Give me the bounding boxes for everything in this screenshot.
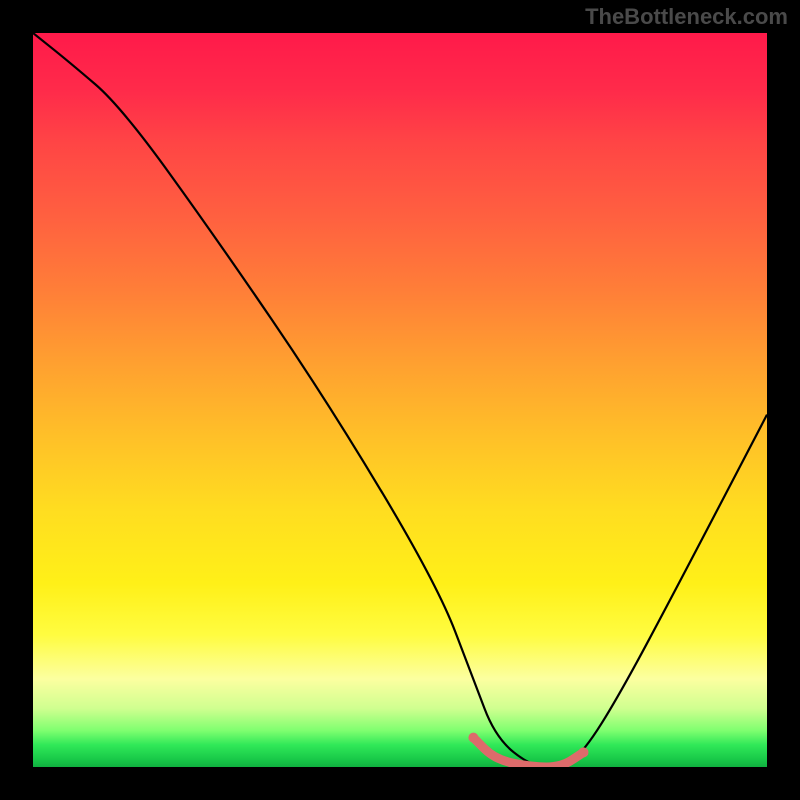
curve-overlay [33,33,767,767]
plot-area [33,33,767,767]
optimal-zone-end-dot [579,747,589,757]
optimal-zone-path [473,738,583,767]
attribution-label: TheBottleneck.com [585,4,788,30]
optimal-zone-start-dot [468,733,478,743]
bottleneck-curve-path [33,33,767,767]
